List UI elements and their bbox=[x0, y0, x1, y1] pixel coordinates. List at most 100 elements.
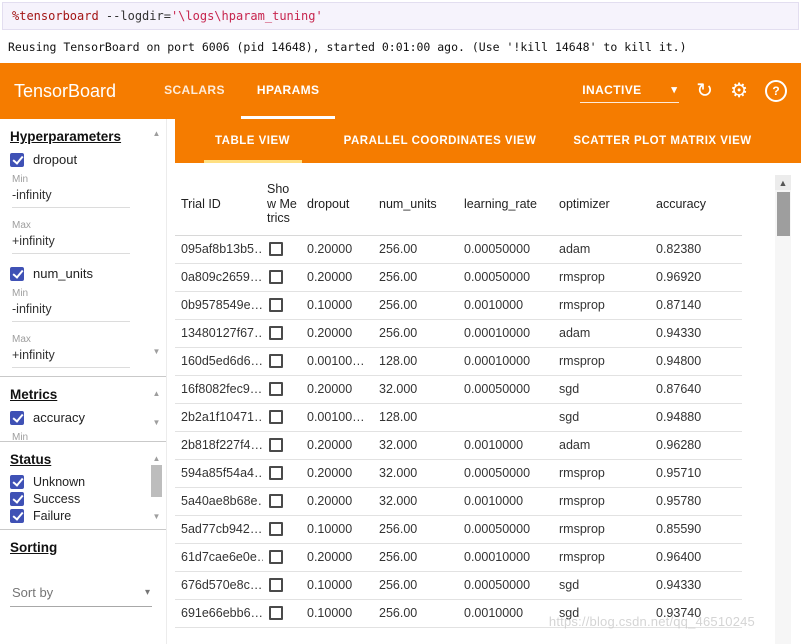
scroll-up-icon[interactable]: ▲ bbox=[153, 454, 161, 463]
show-metrics-checkbox[interactable] bbox=[269, 578, 283, 593]
accuracy-checkbox[interactable] bbox=[10, 410, 24, 425]
direction-dropdown[interactable]: Direction ▾ bbox=[10, 639, 152, 644]
accuracy-checkbox-row[interactable]: accuracy bbox=[10, 410, 146, 425]
max-value-input[interactable]: +infinity bbox=[12, 348, 130, 368]
hyperparameters-scrollbar[interactable]: ▲ ▼ bbox=[150, 129, 163, 356]
min-value-input[interactable]: -infinity bbox=[12, 188, 130, 208]
status-section: Status Unknown Success Failure ▲ ▼ bbox=[0, 442, 166, 530]
status-failure-row[interactable]: Failure bbox=[10, 509, 146, 523]
tab-scalars[interactable]: SCALARS bbox=[148, 63, 241, 119]
optimizer-cell: sgd bbox=[553, 599, 650, 628]
min-label: Min bbox=[12, 288, 29, 299]
col-num-units[interactable]: num_units bbox=[373, 173, 458, 236]
show-metrics-checkbox[interactable] bbox=[269, 438, 283, 453]
num-units-min-field: Min -infinity bbox=[12, 288, 130, 322]
settings-gear-icon[interactable]: ⚙ bbox=[730, 81, 748, 101]
scroll-down-icon[interactable]: ▼ bbox=[153, 418, 161, 427]
show-metrics-checkbox[interactable] bbox=[269, 298, 283, 313]
help-icon[interactable]: ? bbox=[765, 80, 787, 102]
table-row: 676d570e8c… 0.10000 256.00 0.00050000 sg… bbox=[175, 571, 742, 600]
status-success-row[interactable]: Success bbox=[10, 492, 146, 506]
num-units-checkbox-row[interactable]: num_units bbox=[10, 266, 146, 281]
show-metrics-checkbox[interactable] bbox=[269, 606, 283, 621]
tab-hparams[interactable]: HPARAMS bbox=[240, 63, 336, 119]
show-metrics-checkbox[interactable] bbox=[269, 382, 283, 397]
trial-id-cell: 16f8082fec9… bbox=[175, 375, 263, 404]
notebook-code-cell[interactable]: %tensorboard --logdir='\logs\hparam_tuni… bbox=[2, 2, 799, 30]
num-units-cell: 256.00 bbox=[373, 571, 458, 600]
dropout-checkbox-row[interactable]: dropout bbox=[10, 152, 146, 167]
hparams-table: Trial ID Show Metrics dropout num_units … bbox=[175, 173, 742, 628]
col-show-metrics[interactable]: Show Metrics bbox=[263, 173, 301, 236]
dropout-cell: 0.20000 bbox=[301, 263, 373, 292]
col-trial-id[interactable]: Trial ID bbox=[175, 173, 263, 236]
scroll-up-icon[interactable]: ▲ bbox=[775, 175, 791, 190]
failure-checkbox[interactable] bbox=[10, 509, 24, 523]
reload-status-dropdown[interactable]: INACTIVE ▾ bbox=[580, 80, 680, 103]
scrollbar-thumb[interactable] bbox=[151, 465, 162, 497]
main-content: TABLE VIEW PARALLEL COORDINATES VIEW SCA… bbox=[167, 119, 801, 644]
accuracy-cell: 0.82380 bbox=[650, 235, 742, 264]
metrics-scrollbar[interactable]: ▲ ▼ bbox=[150, 389, 163, 427]
status-scrollbar[interactable]: ▲ ▼ bbox=[150, 454, 163, 521]
show-metrics-checkbox[interactable] bbox=[269, 326, 283, 341]
dropout-cell: 0.10000 bbox=[301, 599, 373, 628]
app-title: TensorBoard bbox=[14, 80, 117, 101]
show-metrics-checkbox[interactable] bbox=[269, 494, 283, 509]
hparam-item-num-units: num_units Min -infinity Max +infinity bbox=[10, 266, 146, 368]
col-accuracy[interactable]: accuracy bbox=[650, 173, 742, 236]
optimizer-cell: sgd bbox=[553, 403, 650, 432]
scrollbar-thumb[interactable] bbox=[776, 192, 790, 236]
accuracy-cell: 0.96400 bbox=[650, 543, 742, 572]
show-metrics-checkbox[interactable] bbox=[269, 270, 283, 285]
learning-rate-cell: 0.00010000 bbox=[458, 543, 553, 572]
sort-by-placeholder: Sort by bbox=[12, 585, 54, 600]
show-metrics-cell bbox=[263, 347, 301, 376]
dropout-cell: 0.00100… bbox=[301, 347, 373, 376]
learning-rate-cell: 0.0010000 bbox=[458, 487, 553, 516]
refresh-icon[interactable]: ↻ bbox=[696, 81, 713, 101]
status-unknown-row[interactable]: Unknown bbox=[10, 475, 146, 489]
show-metrics-checkbox[interactable] bbox=[269, 410, 283, 425]
col-dropout[interactable]: dropout bbox=[301, 173, 373, 236]
num-units-checkbox[interactable] bbox=[10, 266, 24, 281]
learning-rate-cell: 0.00010000 bbox=[458, 347, 553, 376]
flag-token: --logdir= bbox=[98, 9, 171, 23]
dropout-cell: 0.20000 bbox=[301, 319, 373, 348]
sort-by-dropdown[interactable]: Sort by ▾ bbox=[10, 581, 152, 607]
min-value-input[interactable]: -infinity bbox=[12, 302, 130, 322]
scroll-down-icon[interactable]: ▼ bbox=[153, 512, 161, 521]
learning-rate-cell: 0.00050000 bbox=[458, 571, 553, 600]
tab-parallel-coordinates-view[interactable]: PARALLEL COORDINATES VIEW bbox=[330, 119, 550, 163]
show-metrics-checkbox[interactable] bbox=[269, 242, 283, 257]
hparams-table-wrap: Trial ID Show Metrics dropout num_units … bbox=[175, 173, 801, 628]
show-metrics-checkbox[interactable] bbox=[269, 522, 283, 537]
table-scrollbar[interactable]: ▲ bbox=[775, 175, 791, 644]
show-metrics-checkbox[interactable] bbox=[269, 354, 283, 369]
col-learning-rate[interactable]: learning_rate bbox=[458, 173, 553, 236]
tab-scatter-plot-matrix-view[interactable]: SCATTER PLOT MATRIX VIEW bbox=[550, 119, 775, 163]
show-metrics-checkbox[interactable] bbox=[269, 550, 283, 565]
min-label: Min bbox=[12, 432, 29, 441]
show-metrics-cell bbox=[263, 571, 301, 600]
scroll-up-icon[interactable]: ▲ bbox=[153, 389, 161, 398]
scroll-down-icon[interactable]: ▼ bbox=[153, 347, 161, 356]
show-metrics-checkbox[interactable] bbox=[269, 466, 283, 481]
optimizer-cell: adam bbox=[553, 235, 650, 264]
learning-rate-cell: 0.00010000 bbox=[458, 319, 553, 348]
tab-table-view[interactable]: TABLE VIEW bbox=[175, 119, 330, 163]
dropout-cell: 0.20000 bbox=[301, 459, 373, 488]
num-units-cell: 128.00 bbox=[373, 403, 458, 432]
success-checkbox[interactable] bbox=[10, 492, 24, 506]
col-optimizer[interactable]: optimizer bbox=[553, 173, 650, 236]
success-label: Success bbox=[33, 492, 81, 506]
scroll-up-icon[interactable]: ▲ bbox=[153, 129, 161, 138]
max-value-input[interactable]: +infinity bbox=[12, 234, 130, 254]
accuracy-cell: 0.87640 bbox=[650, 375, 742, 404]
status-title: Status bbox=[10, 452, 52, 467]
unknown-checkbox[interactable] bbox=[10, 475, 24, 489]
hyperparameters-section: Hyperparameters dropout Min -infinity Ma… bbox=[0, 119, 166, 377]
dropout-checkbox[interactable] bbox=[10, 152, 24, 167]
optimizer-cell: rmsprop bbox=[553, 347, 650, 376]
dropout-cell: 0.20000 bbox=[301, 235, 373, 264]
